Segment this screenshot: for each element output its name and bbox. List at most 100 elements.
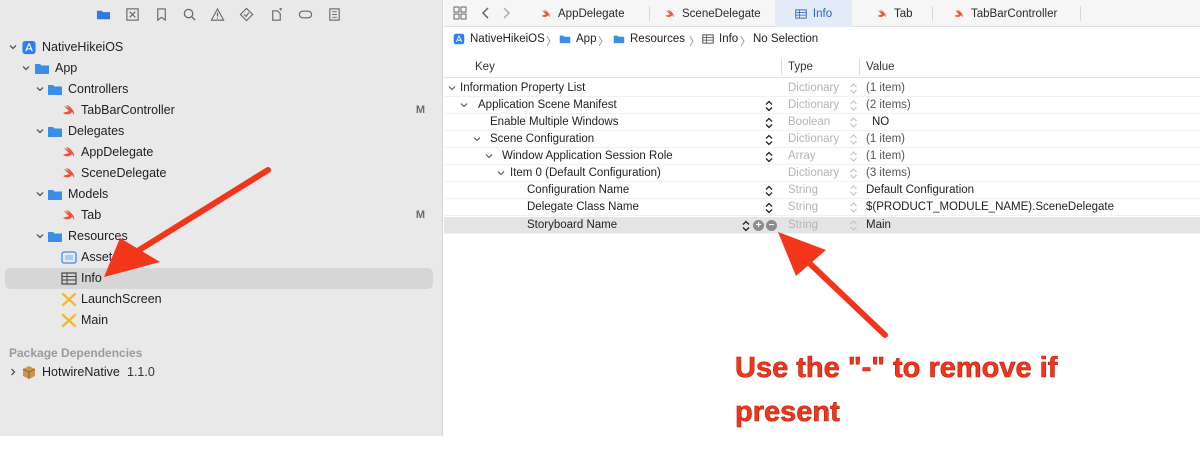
- key-stepper-icon[interactable]: [764, 185, 774, 197]
- tab-appdelegate[interactable]: AppDelegate: [540, 0, 650, 27]
- tree-item-models[interactable]: Models: [0, 184, 443, 205]
- breadcrumb-resources[interactable]: Resources: [613, 33, 685, 45]
- tree-item-tab[interactable]: Tab M: [0, 205, 443, 226]
- plist-value[interactable]: Default Configuration: [866, 184, 974, 196]
- grid-icon[interactable]: [452, 5, 468, 21]
- plist-row[interactable]: Scene Configuration Dictionary (1 item): [444, 131, 1200, 148]
- key-stepper-icon[interactable]: [764, 134, 774, 146]
- tab-info[interactable]: Info: [775, 0, 852, 27]
- tree-item-hotwirenative[interactable]: HotwireNative 1.1.0: [0, 362, 443, 383]
- tab-tab[interactable]: Tab: [876, 0, 946, 27]
- plist-row[interactable]: Information Property List Dictionary (1 …: [444, 80, 1200, 97]
- stepper-icon[interactable]: [849, 220, 858, 231]
- chevron-down-icon[interactable]: [473, 135, 481, 143]
- tree-item-delegates[interactable]: Delegates: [0, 121, 443, 142]
- plist-type[interactable]: Dictionary: [788, 82, 839, 94]
- breadcrumb-no-selection[interactable]: No Selection: [753, 33, 818, 45]
- key-stepper-icon[interactable]: [764, 100, 774, 112]
- plist-type[interactable]: String: [788, 219, 818, 231]
- plist-type[interactable]: String: [788, 201, 818, 213]
- plist-type[interactable]: Dictionary: [788, 167, 839, 179]
- search-icon[interactable]: [181, 6, 197, 22]
- chevron-right-icon[interactable]: [8, 367, 18, 377]
- plist-value[interactable]: NO: [872, 116, 889, 128]
- chevron-down-icon[interactable]: [8, 42, 18, 52]
- back-icon[interactable]: [478, 5, 494, 21]
- key-column-header[interactable]: Key: [475, 61, 495, 73]
- plist-type[interactable]: Boolean: [788, 116, 830, 128]
- key-stepper-icon[interactable]: [764, 202, 774, 214]
- key-stepper-icon[interactable]: [741, 220, 751, 232]
- breadcrumb-project[interactable]: NativeHikeiOS: [453, 33, 545, 45]
- add-row-button[interactable]: +: [753, 220, 764, 231]
- plist-value[interactable]: Main: [866, 219, 891, 231]
- chevron-down-icon[interactable]: [35, 126, 45, 136]
- stepper-icon[interactable]: [849, 134, 858, 145]
- remove-row-button[interactable]: −: [766, 220, 777, 231]
- value-column-header[interactable]: Value: [866, 61, 895, 73]
- chevron-down-icon[interactable]: [35, 231, 45, 241]
- plist-row[interactable]: Configuration Name String Default Config…: [444, 182, 1200, 199]
- chevron-down-icon[interactable]: [448, 84, 456, 92]
- breakpoint-icon[interactable]: [297, 6, 313, 22]
- tree-item-scenedelegate[interactable]: SceneDelegate: [0, 163, 443, 184]
- tree-item-app[interactable]: App: [0, 58, 443, 79]
- tree-item-resources[interactable]: Resources: [0, 226, 443, 247]
- key-stepper-icon[interactable]: [764, 117, 774, 129]
- bookmark-icon[interactable]: [153, 6, 169, 22]
- chevron-down-icon[interactable]: [21, 63, 31, 73]
- chevron-down-icon[interactable]: [485, 152, 493, 160]
- breadcrumb-separator-icon: 〉: [598, 36, 609, 48]
- tree-item-nativehikeios[interactable]: NativeHikeiOS: [0, 37, 443, 58]
- tab-scenedelegate[interactable]: SceneDelegate: [664, 0, 774, 27]
- plist-row[interactable]: Item 0 (Default Configuration) Dictionar…: [444, 165, 1200, 182]
- plist-row-selected[interactable]: Storyboard Name + − String Main: [444, 217, 1200, 234]
- stepper-icon[interactable]: [849, 83, 858, 94]
- plist-type[interactable]: String: [788, 184, 818, 196]
- tree-item-info[interactable]: Info: [5, 268, 433, 289]
- folder-icon[interactable]: [95, 6, 111, 22]
- column-divider[interactable]: [781, 59, 782, 75]
- stepper-icon[interactable]: [849, 117, 858, 128]
- warning-icon[interactable]: [209, 6, 225, 22]
- chevron-down-icon[interactable]: [460, 101, 468, 109]
- chevron-down-icon[interactable]: [35, 189, 45, 199]
- report-icon[interactable]: [326, 6, 342, 22]
- column-divider[interactable]: [859, 59, 860, 75]
- type-column-header[interactable]: Type: [788, 61, 813, 73]
- stepper-icon[interactable]: [849, 151, 858, 162]
- stepper-icon[interactable]: [849, 168, 858, 179]
- tab-tabbarcontroller[interactable]: TabBarController: [953, 0, 1083, 27]
- plist-row[interactable]: Enable Multiple Windows Boolean NO: [444, 114, 1200, 131]
- tab-divider: [932, 6, 933, 21]
- tree-item-appdelegate[interactable]: AppDelegate: [0, 142, 443, 163]
- tree-item-tabbarcontroller[interactable]: TabBarController M: [0, 100, 443, 121]
- source-control-icon[interactable]: [124, 6, 140, 22]
- tree-item-main[interactable]: Main: [0, 310, 443, 331]
- plist-row[interactable]: Application Scene Manifest Dictionary (2…: [444, 97, 1200, 114]
- breadcrumb-app[interactable]: App: [559, 33, 596, 45]
- asset-catalog-icon: [61, 251, 77, 264]
- plist-type[interactable]: Array: [788, 150, 815, 162]
- folder-icon: [48, 127, 62, 137]
- stepper-icon[interactable]: [849, 185, 858, 196]
- plist-value[interactable]: $(PRODUCT_MODULE_NAME).SceneDelegate: [866, 201, 1114, 213]
- tree-item-launchscreen[interactable]: LaunchScreen: [0, 289, 443, 310]
- breadcrumb-separator-icon: 〉: [546, 36, 557, 48]
- tree-item-label: App: [55, 61, 78, 75]
- plist-row[interactable]: Window Application Session Role Array (1…: [444, 148, 1200, 165]
- chevron-down-icon[interactable]: [497, 169, 505, 177]
- plist-type[interactable]: Dictionary: [788, 133, 839, 145]
- debug-icon[interactable]: [268, 6, 284, 22]
- forward-icon[interactable]: [498, 5, 514, 21]
- stepper-icon[interactable]: [849, 202, 858, 213]
- key-stepper-icon[interactable]: [764, 151, 774, 163]
- breadcrumb-info[interactable]: Info: [702, 33, 738, 45]
- tree-item-controllers[interactable]: Controllers: [0, 79, 443, 100]
- stepper-icon[interactable]: [849, 100, 858, 111]
- tree-item-assets[interactable]: Assets: [0, 247, 443, 268]
- chevron-down-icon[interactable]: [35, 84, 45, 94]
- plist-row[interactable]: Delegate Class Name String $(PRODUCT_MOD…: [444, 199, 1200, 216]
- test-icon[interactable]: [238, 6, 254, 22]
- plist-type[interactable]: Dictionary: [788, 99, 839, 111]
